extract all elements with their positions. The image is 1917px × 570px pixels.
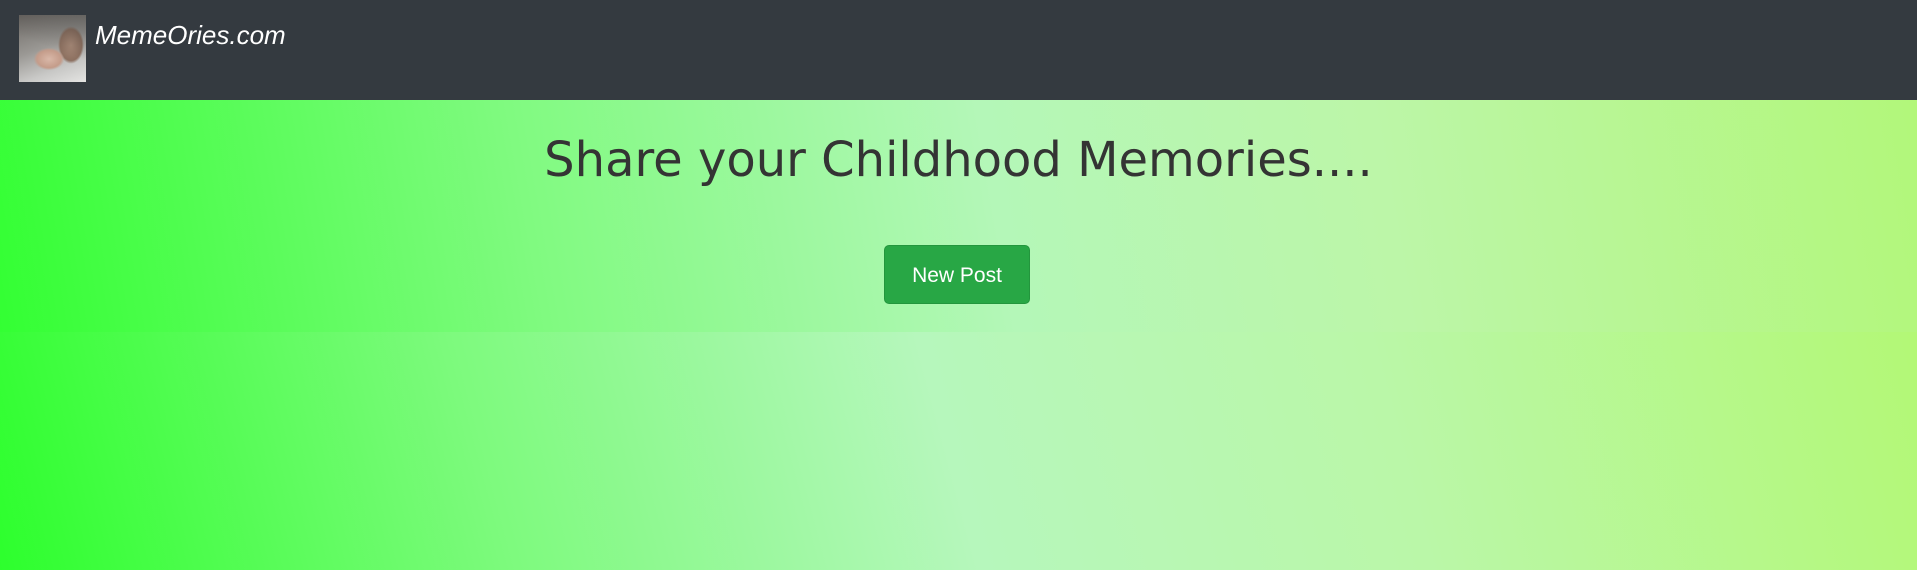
new-post-button[interactable]: New Post [884,245,1030,304]
brand-name-link[interactable]: MemeOries.com [95,19,286,51]
logo-shade [19,15,86,82]
brand-logo-icon[interactable] [19,15,86,82]
navbar: MemeOries.com [0,0,1917,100]
hero-title: Share your Childhood Memories.... [544,132,1373,188]
